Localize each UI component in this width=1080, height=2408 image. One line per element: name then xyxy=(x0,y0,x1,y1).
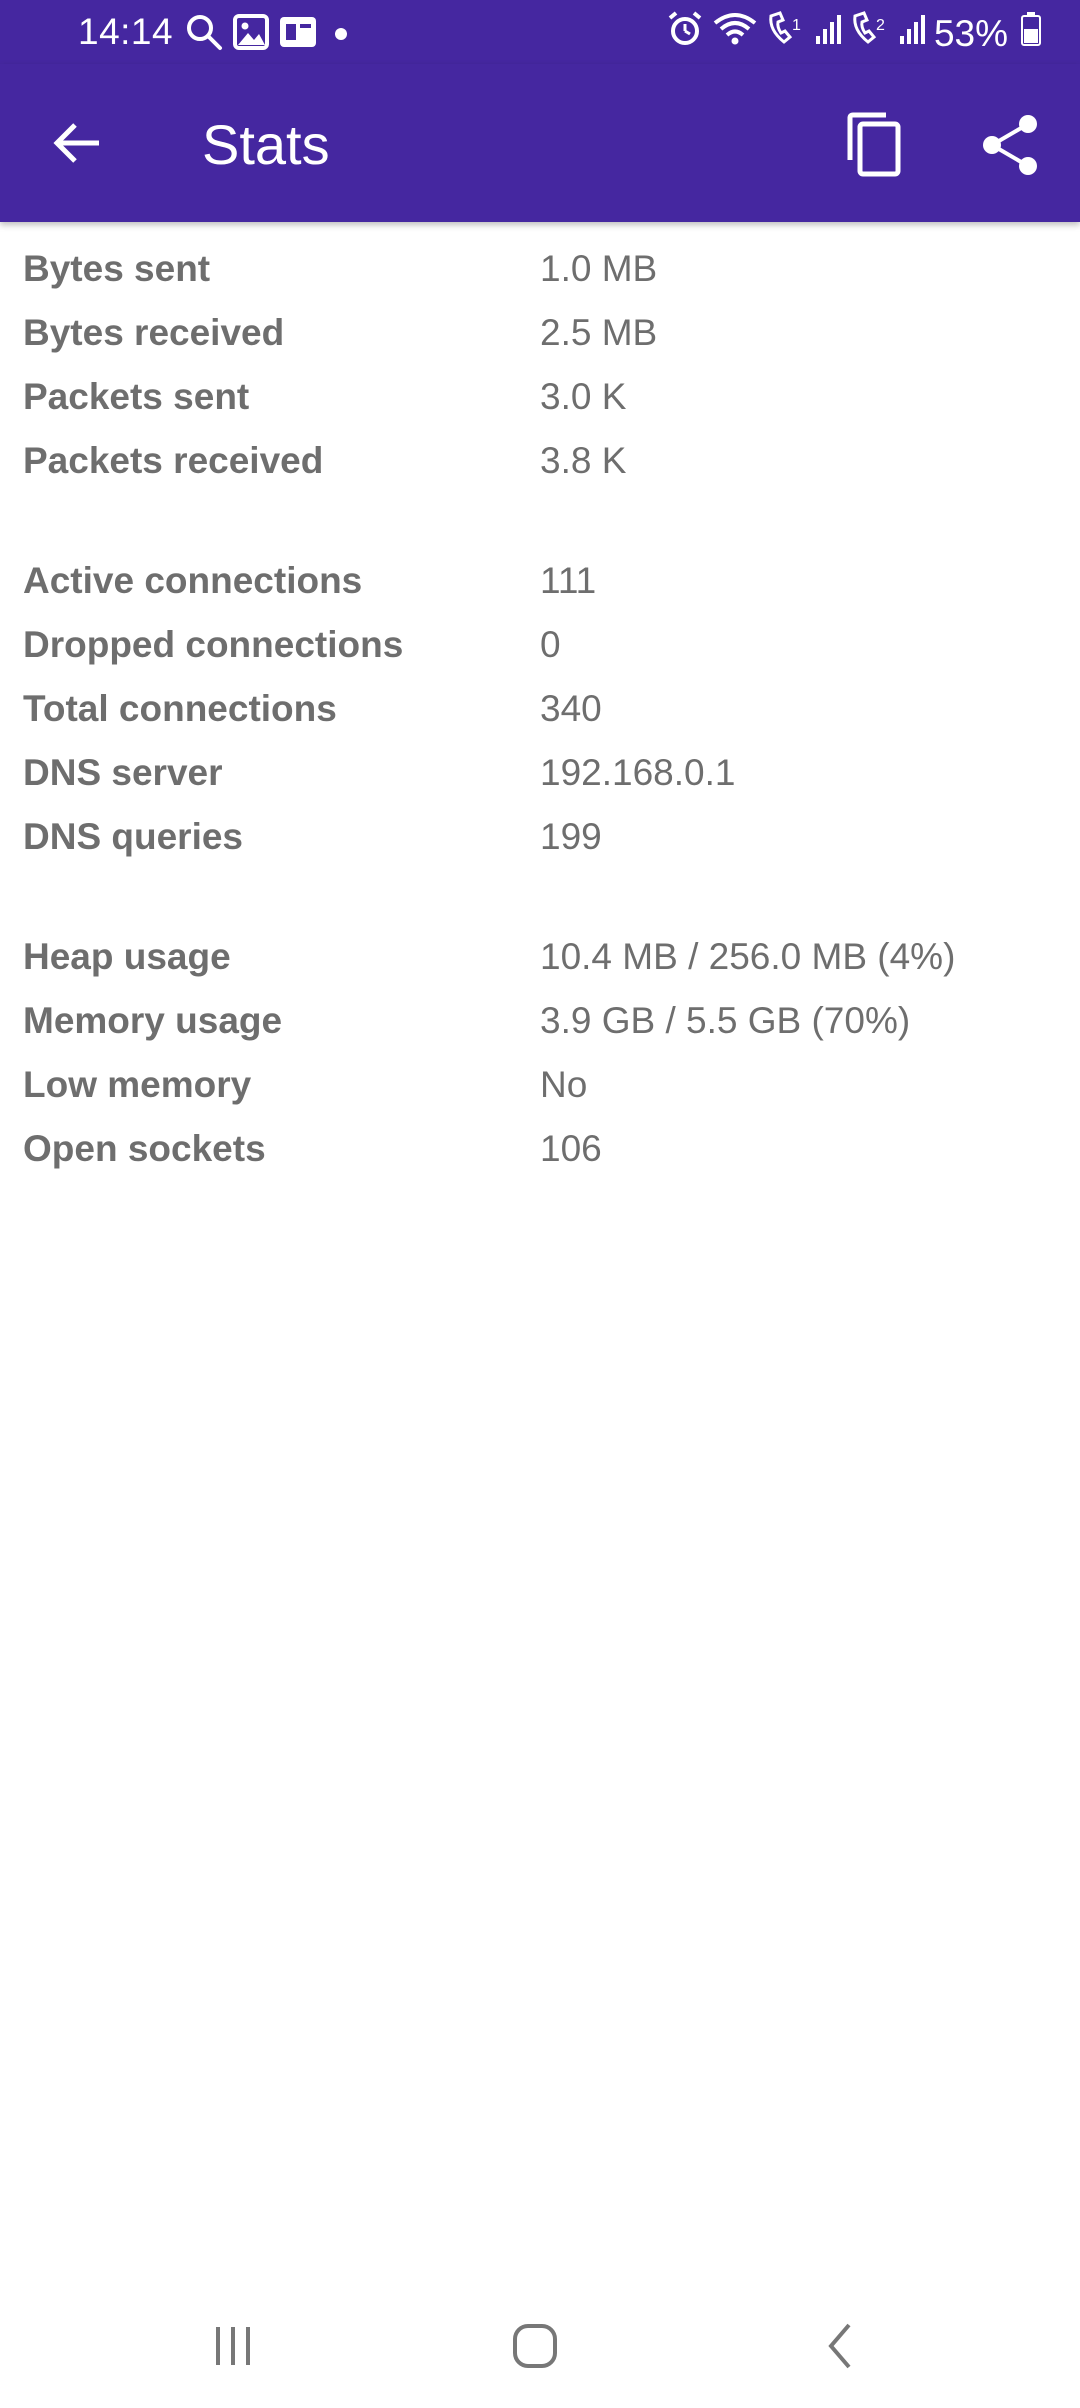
svg-text:2: 2 xyxy=(876,17,885,34)
stat-row: Packets sent 3.0 K xyxy=(0,366,1080,430)
stats-list: Bytes sent 1.0 MB Bytes received 2.5 MB … xyxy=(0,238,1080,1238)
svg-text:1: 1 xyxy=(792,17,801,34)
signal-icon xyxy=(814,12,842,55)
news-icon xyxy=(278,14,318,59)
back-button[interactable] xyxy=(46,114,108,176)
sim2-icon: 2 xyxy=(850,10,890,57)
page-title: Stats xyxy=(202,113,330,176)
stat-value: 199 xyxy=(540,816,602,857)
sim1-icon: 1 xyxy=(766,10,806,57)
stat-value: 1.0 MB xyxy=(540,248,658,289)
stat-value: 10.4 MB / 256.0 MB (4%) xyxy=(540,936,956,977)
status-bar: 14:14 1 2 53% xyxy=(0,0,1080,64)
recents-button[interactable] xyxy=(183,2308,283,2388)
stat-label: Packets sent xyxy=(23,376,250,417)
stat-row: Bytes received 2.5 MB xyxy=(0,302,1080,366)
stat-row: Memory usage 3.9 GB / 5.5 GB (70%) xyxy=(0,990,1080,1054)
stat-label: DNS server xyxy=(23,752,223,793)
stat-value: 340 xyxy=(540,688,602,729)
app-bar: Stats xyxy=(0,64,1080,222)
copy-icon xyxy=(840,112,910,184)
signal-icon xyxy=(898,12,926,55)
stat-value: 3.8 K xyxy=(540,440,627,481)
memory-stats-group: Heap usage 10.4 MB / 256.0 MB (4%) Memor… xyxy=(0,926,1080,1182)
stat-row: Packets received 3.8 K xyxy=(0,430,1080,494)
dot-icon xyxy=(326,16,356,58)
status-time: 14:14 xyxy=(78,11,174,52)
copy-button[interactable] xyxy=(840,110,910,180)
battery-percent: 53% xyxy=(933,12,1008,54)
stat-value: 3.9 GB / 5.5 GB (70%) xyxy=(540,1000,911,1041)
stat-label: Bytes received xyxy=(23,312,285,353)
stat-label: Memory usage xyxy=(23,1000,283,1041)
stat-value: No xyxy=(540,1064,588,1105)
stat-row: DNS server 192.168.0.1 xyxy=(0,742,1080,806)
stat-row: Bytes sent 1.0 MB xyxy=(0,238,1080,302)
stat-value: 111 xyxy=(540,560,597,601)
image-icon xyxy=(232,13,270,60)
share-button[interactable] xyxy=(976,110,1046,180)
system-icons: 1 2 53% xyxy=(666,10,1042,57)
stat-label: Packets received xyxy=(23,440,324,481)
stat-value: 106 xyxy=(540,1128,602,1169)
stat-row: Dropped connections 0 xyxy=(0,614,1080,678)
traffic-stats-group: Bytes sent 1.0 MB Bytes received 2.5 MB … xyxy=(0,238,1080,494)
stat-row: Open sockets 106 xyxy=(0,1118,1080,1182)
nav-back-button[interactable] xyxy=(790,2308,890,2388)
search-icon xyxy=(184,12,224,61)
home-icon xyxy=(510,2321,560,2376)
stat-value: 2.5 MB xyxy=(540,312,658,353)
battery-icon xyxy=(1020,11,1042,56)
wifi-icon xyxy=(712,10,758,57)
stat-value: 192.168.0.1 xyxy=(540,752,736,793)
stat-row: Heap usage 10.4 MB / 256.0 MB (4%) xyxy=(0,926,1080,990)
stat-label: Total connections xyxy=(23,688,337,729)
stat-row: Active connections 111 xyxy=(0,550,1080,614)
stat-row: DNS queries 199 xyxy=(0,806,1080,870)
stat-row: Total connections 340 xyxy=(0,678,1080,742)
stat-label: Dropped connections xyxy=(23,624,404,665)
stat-label: Active connections xyxy=(23,560,363,601)
stat-value: 3.0 K xyxy=(540,376,627,417)
navigation-bar xyxy=(0,2288,1080,2408)
share-icon xyxy=(976,115,1046,184)
stat-label: Open sockets xyxy=(23,1128,266,1169)
arrow-back-icon xyxy=(51,117,103,174)
home-button[interactable] xyxy=(485,2308,585,2388)
alarm-icon xyxy=(666,10,704,57)
stat-label: Low memory xyxy=(23,1064,252,1105)
stat-row: Low memory No xyxy=(0,1054,1080,1118)
connection-stats-group: Active connections 111 Dropped connectio… xyxy=(0,550,1080,870)
stat-value: 0 xyxy=(540,624,561,665)
stat-label: Heap usage xyxy=(23,936,231,977)
stat-label: Bytes sent xyxy=(23,248,211,289)
recents-icon xyxy=(208,2321,258,2376)
stat-label: DNS queries xyxy=(23,816,244,857)
notification-icons xyxy=(184,12,356,61)
nav-back-icon xyxy=(815,2321,865,2376)
